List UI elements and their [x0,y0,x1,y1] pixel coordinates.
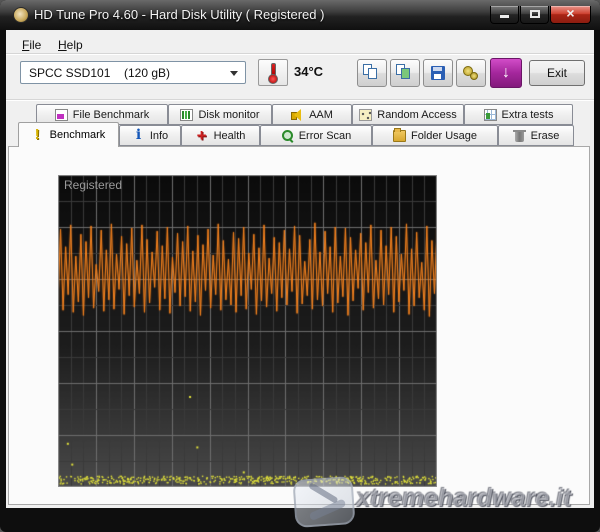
registered-watermark: Registered [64,178,122,192]
folder-icon [393,130,406,142]
minimize-icon [500,15,509,18]
tab-erase[interactable]: Erase [498,125,574,146]
menu-help[interactable]: Help [52,36,89,54]
tab-disk-monitor[interactable]: Disk monitor [168,104,272,125]
options-button[interactable] [456,59,486,87]
chevron-down-icon [230,71,238,76]
down-arrow-icon: ↓ [502,64,510,81]
menu-separator [6,53,594,54]
app-icon [13,7,29,23]
title-bar[interactable]: HD Tune Pro 4.60 - Hard Disk Utility ( R… [0,0,600,30]
toolbar-separator [6,99,594,100]
maximize-icon [530,10,540,18]
health-cross-icon [196,130,209,142]
copy-image-button[interactable] [390,59,420,87]
benchmark-icon [32,129,45,141]
tab-folder-usage[interactable]: Folder Usage [372,125,498,146]
info-icon [132,130,145,142]
tab-benchmark[interactable]: Benchmark [18,122,119,147]
save-icon [431,66,445,80]
close-button[interactable]: × [550,6,591,24]
disk-monitor-icon [180,109,193,121]
extra-tests-icon [484,109,497,121]
exit-button[interactable]: Exit [529,60,585,86]
file-benchmark-icon [55,109,68,121]
drive-capacity: (120 gB) [124,66,170,80]
menu-file[interactable]: File [16,36,47,54]
tab-error-scan[interactable]: Error Scan [260,125,372,146]
drive-select[interactable]: SPCC SSD101 (120 gB) [20,61,246,84]
drive-name: SPCC SSD101 [29,66,110,80]
tab-extra-tests[interactable]: Extra tests [464,104,573,125]
speaker-icon [291,109,304,121]
maximize-button[interactable] [520,6,549,24]
trash-icon [513,130,526,142]
tab-info[interactable]: Info [119,125,181,146]
tab-random-access[interactable]: Random Access [352,104,464,125]
tab-health[interactable]: Health [181,125,260,146]
window-title: HD Tune Pro 4.60 - Hard Disk Utility ( R… [34,7,324,22]
save-button[interactable] [423,59,453,87]
random-access-icon [359,109,372,121]
temperature-value: 34°C [294,64,323,79]
magnifier-icon [281,130,294,142]
hd-tune-window: HD Tune Pro 4.60 - Hard Disk Utility ( R… [0,0,600,532]
minimize-button[interactable] [490,6,519,24]
client-area: File Help SPCC SSD101 (120 gB) 34°C ↓ [6,30,594,508]
tab-aam[interactable]: AAM [272,104,352,125]
copy-button[interactable] [357,59,387,87]
benchmark-chart-canvas [58,175,437,487]
temperature-button[interactable] [258,59,288,86]
capture-button[interactable]: ↓ [490,58,522,88]
